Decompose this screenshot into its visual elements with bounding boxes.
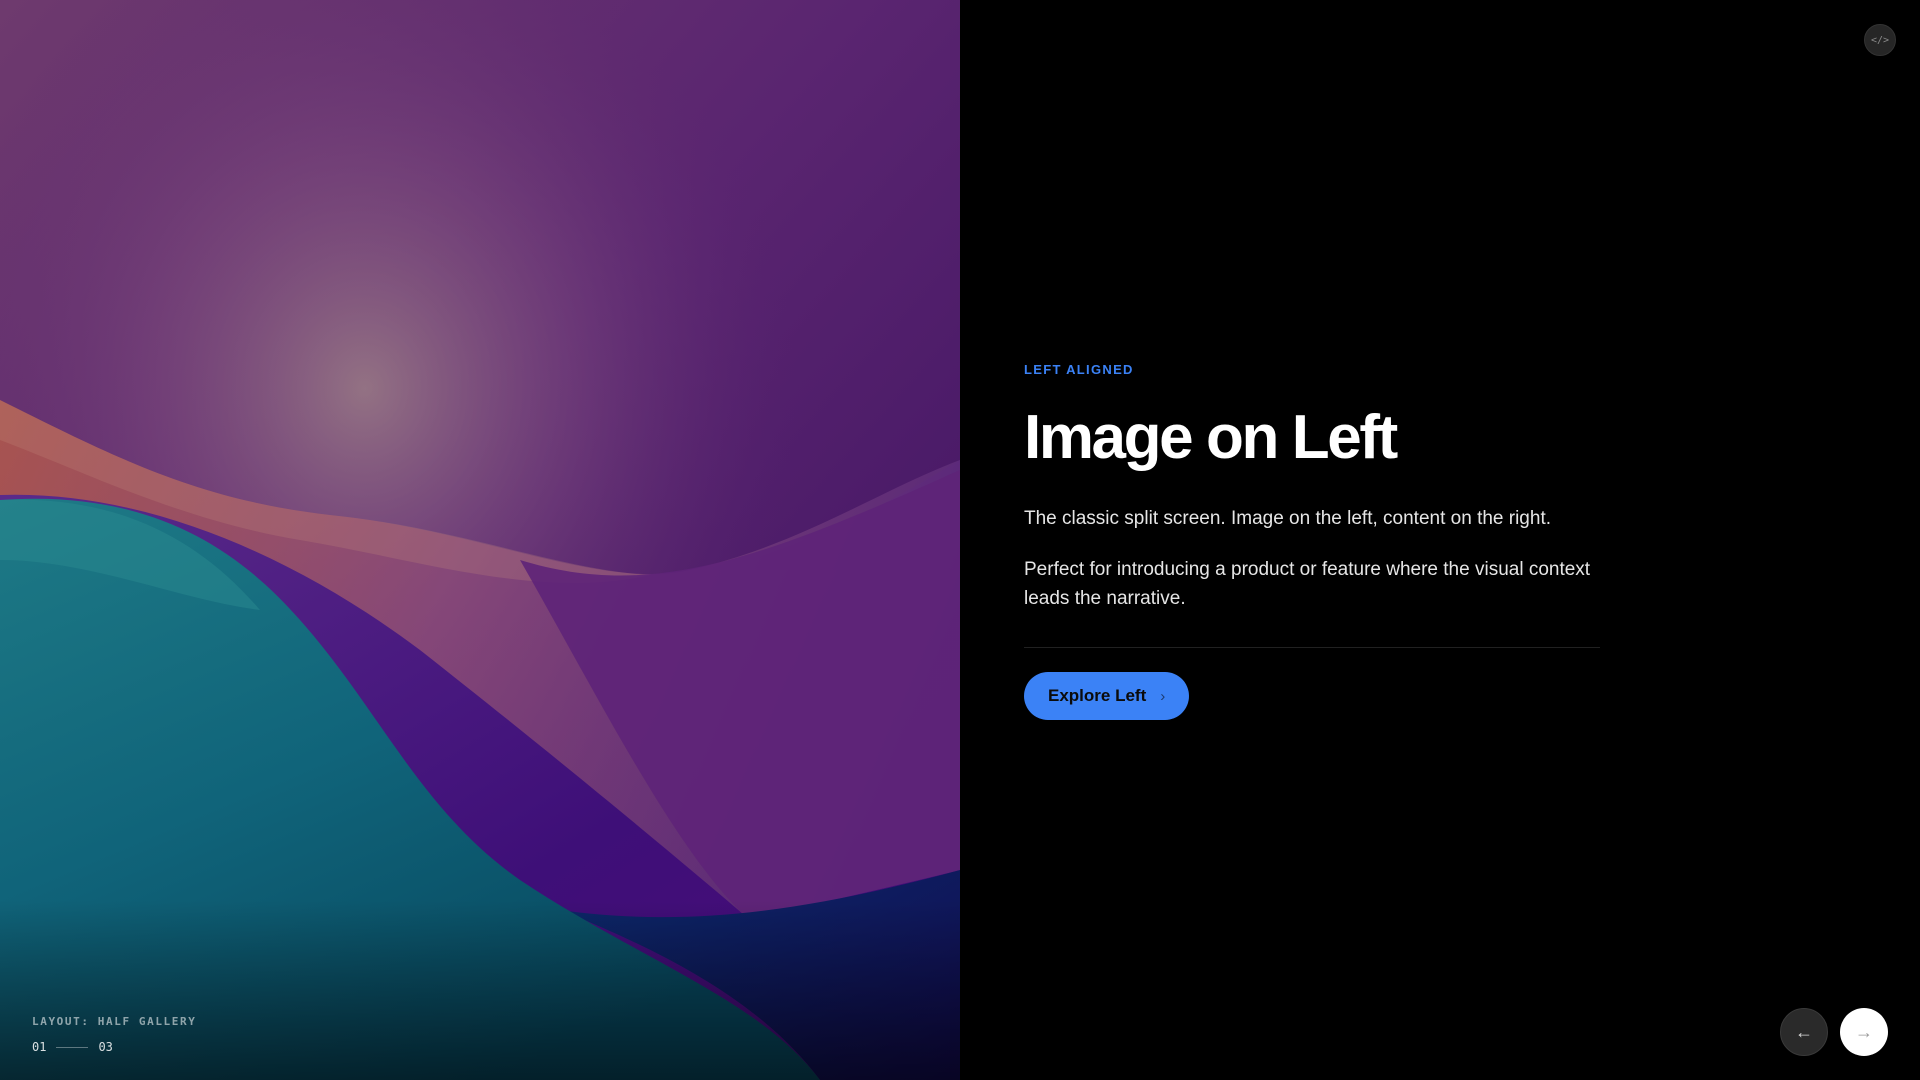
next-slide-button[interactable]: → (1840, 1008, 1888, 1056)
explore-left-label: Explore Left (1048, 686, 1147, 706)
slide: LAYOUT: HALF GALLERY 01 03 </> LEFT ALIG… (0, 0, 1920, 1080)
content-block: LEFT ALIGNED Image on Left The classic s… (1024, 362, 1600, 721)
arrow-left-icon: ← (1795, 1021, 1813, 1042)
slide-counter: 01 03 (32, 1040, 196, 1054)
chevron-right-icon: › (1160, 687, 1166, 705)
content-divider (1024, 647, 1600, 649)
layout-label: LAYOUT: HALF GALLERY (32, 1015, 197, 1028)
description-paragraph-2: Perfect for introducing a product or fea… (1024, 559, 1591, 610)
content-panel: </> LEFT ALIGNED Image on Left The class… (960, 0, 1920, 1080)
code-view-toggle[interactable]: </> (1864, 24, 1896, 56)
hero-image-panel: LAYOUT: HALF GALLERY 01 03 (0, 0, 960, 1080)
counter-current: 01 (32, 1040, 47, 1054)
counter-divider (56, 1046, 89, 1048)
layout-meta: LAYOUT: HALF GALLERY 01 03 (32, 1015, 196, 1054)
explore-left-button[interactable]: Explore Left › (1024, 672, 1190, 721)
description-paragraph-1: The classic split screen. Image on the l… (1024, 508, 1551, 530)
page-title: Image on Left (1024, 403, 1398, 472)
code-icon: </> (1870, 34, 1890, 46)
eyebrow-label: LEFT ALIGNED (1024, 362, 1134, 377)
counter-total: 03 (98, 1040, 113, 1054)
arrow-right-icon: → (1855, 1021, 1873, 1042)
previous-slide-button[interactable]: ← (1780, 1008, 1828, 1056)
abstract-wave-image (0, 0, 960, 1080)
